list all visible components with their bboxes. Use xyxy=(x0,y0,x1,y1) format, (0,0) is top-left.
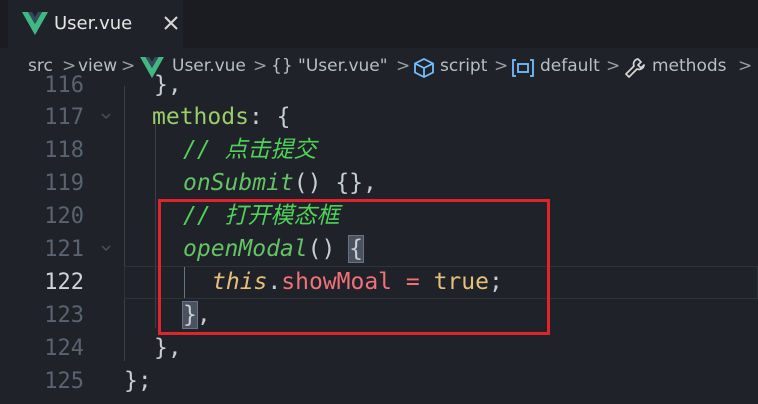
editor-window: User.vue src > view > User.vue > {} "Use… xyxy=(0,0,758,404)
code-text: }; xyxy=(124,368,152,394)
punctuation-token: () {}, xyxy=(293,170,377,196)
code-line: 125 }; xyxy=(0,365,758,398)
code-text: }, xyxy=(154,72,182,98)
tab-bar: User.vue xyxy=(0,0,758,48)
line-number: 124 xyxy=(44,336,84,361)
function-token: onSubmit xyxy=(183,170,294,196)
code-text: }, xyxy=(154,335,182,361)
punctuation-token: : { xyxy=(248,104,291,130)
line-number: 120 xyxy=(44,204,84,229)
code-line: 117 methods: { xyxy=(0,101,758,134)
fold-chevron-icon[interactable] xyxy=(100,110,112,122)
code-text: onSubmit() {}, xyxy=(183,167,377,200)
fold-chevron-icon[interactable] xyxy=(100,242,112,254)
vue-logo-icon xyxy=(22,12,48,35)
code-line: 124 }, xyxy=(0,332,758,365)
annotation-highlight-box xyxy=(158,199,550,335)
code-text: methods: { xyxy=(152,101,290,134)
line-number: 121 xyxy=(44,237,84,262)
tab-label: User.vue xyxy=(54,13,133,34)
line-number: 118 xyxy=(44,138,84,163)
code-line: 116 }, xyxy=(0,69,758,102)
line-number: 119 xyxy=(44,171,84,196)
line-number: 117 xyxy=(44,105,84,130)
line-number: 116 xyxy=(44,73,84,98)
tab-user-vue[interactable]: User.vue xyxy=(8,0,183,48)
property-token: methods xyxy=(152,104,249,130)
code-line: 118 // 点击提交 xyxy=(0,134,758,167)
line-number: 122 xyxy=(44,270,84,295)
code-line: 119 onSubmit() {}, xyxy=(0,167,758,200)
line-number: 125 xyxy=(44,369,84,394)
comment-token: // 点击提交 xyxy=(183,137,317,163)
line-number: 123 xyxy=(44,303,84,328)
close-icon[interactable] xyxy=(162,14,180,32)
